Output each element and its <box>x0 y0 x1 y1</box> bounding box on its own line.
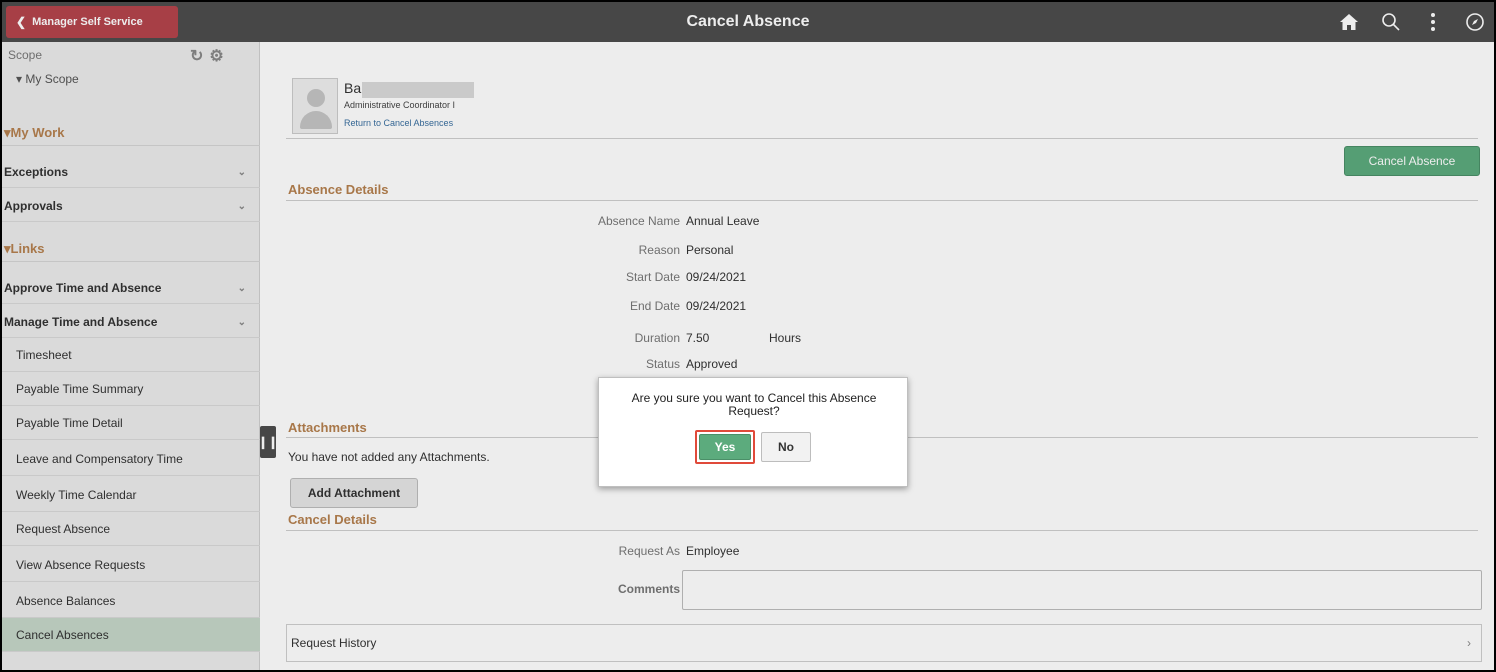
confirm-dialog: Are you sure you want to Cancel this Abs… <box>598 377 908 487</box>
yes-button-highlight: Yes <box>695 430 755 464</box>
no-button[interactable]: No <box>761 432 811 462</box>
modal-overlay: Are you sure you want to Cancel this Abs… <box>2 2 1494 670</box>
confirm-message: Are you sure you want to Cancel this Abs… <box>631 391 877 418</box>
app-frame: ❮ Manager Self Service Cancel Absence Sc… <box>2 2 1494 670</box>
yes-button[interactable]: Yes <box>699 434 751 460</box>
